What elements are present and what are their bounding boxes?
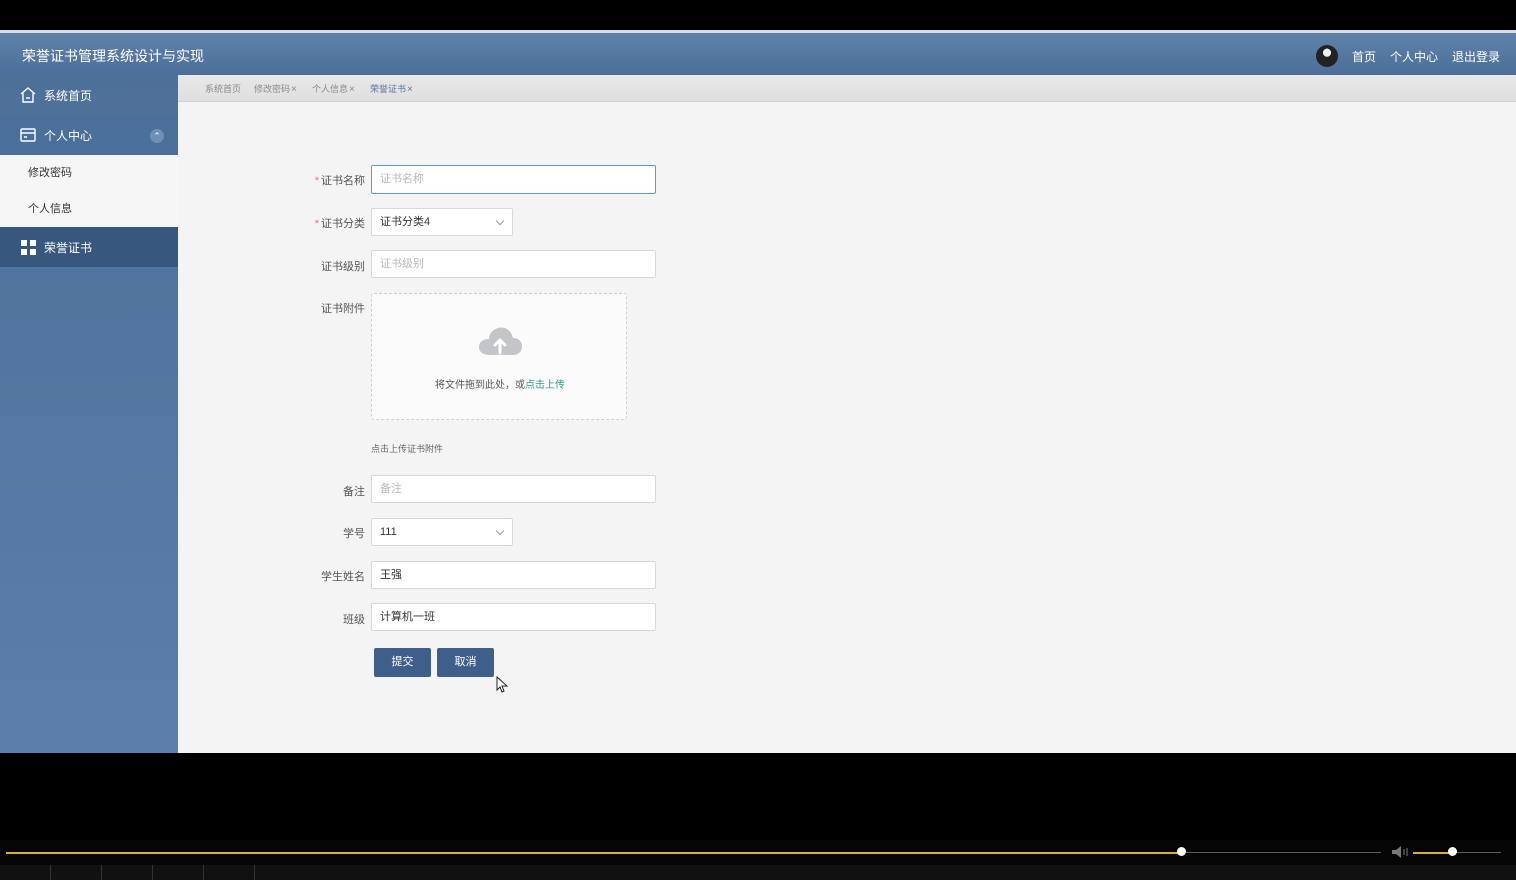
close-icon[interactable]: × — [291, 84, 297, 95]
user-avatar[interactable] — [1315, 45, 1338, 67]
home-icon — [18, 86, 38, 104]
tab-system-home[interactable]: 系统首页 — [205, 82, 241, 95]
upload-drop-text: 将文件拖到此处，或 — [435, 380, 525, 391]
sidebar-item-system-home[interactable]: 系统首页 — [0, 75, 178, 115]
strip-divider — [101, 865, 102, 880]
input-placeholder: 证书级别 — [380, 258, 424, 270]
cancel-button[interactable]: 取消 — [437, 648, 494, 677]
label-text: 证书分类 — [321, 218, 365, 230]
sidebar-item-honor-certificates[interactable]: 荣誉证书 — [0, 227, 178, 267]
strip-divider — [50, 865, 51, 880]
remarks-input[interactable]: 备注 — [371, 475, 656, 503]
logout-link[interactable]: 退出登录 — [1452, 48, 1500, 65]
close-icon[interactable]: × — [407, 84, 413, 95]
certificate-attachment-label: 证书附件 — [321, 303, 365, 315]
select-value: 证书分类4 — [380, 216, 431, 228]
sidebar-item-label: 荣誉证书 — [44, 240, 93, 255]
submit-button[interactable]: 提交 — [374, 648, 431, 677]
app-title: 荣誉证书管理系统设计与实现 — [22, 48, 204, 64]
home-link[interactable]: 首页 — [1352, 48, 1376, 65]
sidebar-item-personal-center[interactable]: 个人中心 ⌃ — [0, 115, 178, 155]
taskbar-strip — [0, 865, 1516, 880]
input-value: 计算机一班 — [380, 611, 435, 623]
select-value: 111 — [380, 526, 397, 538]
certificate-name-input[interactable]: 证书名称 — [371, 165, 656, 194]
tab-label: 修改密码 — [254, 84, 291, 94]
close-icon[interactable]: × — [349, 84, 355, 95]
tab-change-password[interactable]: 修改密码× — [254, 82, 297, 95]
student-name-input[interactable]: 王强 — [371, 561, 656, 589]
certificate-category-select[interactable]: 证书分类4 — [371, 208, 513, 236]
tab-personal-info[interactable]: 个人信息× — [312, 82, 355, 95]
tab-label: 系统首页 — [205, 84, 242, 94]
required-marker: * — [314, 175, 319, 187]
student-id-label: 学号 — [343, 528, 365, 540]
cloud-upload-icon — [479, 327, 522, 355]
strip-divider — [254, 865, 255, 880]
tab-bar: 系统首页 修改密码× 个人信息× 荣誉证书× — [178, 75, 1516, 102]
tab-label: 荣誉证书 — [370, 84, 407, 94]
card-icon — [18, 126, 38, 144]
top-nav-right: 首页 个人中心 退出登录 — [1315, 45, 1500, 67]
remarks-label: 备注 — [343, 486, 365, 498]
class-input[interactable]: 计算机一班 — [371, 603, 656, 631]
input-placeholder: 备注 — [380, 483, 402, 495]
click-upload-link[interactable]: 点击上传 — [525, 380, 565, 391]
input-value: 王强 — [380, 569, 402, 581]
upload-tip: 点击上传证书附件 — [371, 444, 444, 454]
application-window: 荣誉证书管理系统设计与实现 首页 个人中心 退出登录 系统首页 个人中心 ⌃ 修… — [0, 30, 1516, 753]
strip-divider — [152, 865, 153, 880]
chevron-down-icon — [495, 526, 505, 536]
chevron-down-icon — [495, 216, 505, 226]
mouse-cursor-icon — [496, 676, 508, 693]
student-id-select[interactable]: 111 — [371, 518, 513, 546]
student-name-label: 学生姓名 — [321, 571, 365, 583]
volume-handle[interactable] — [1448, 847, 1458, 856]
certificate-level-input[interactable]: 证书级别 — [371, 250, 656, 278]
progress-slider[interactable] — [6, 852, 1381, 854]
tab-label: 个人信息 — [312, 84, 349, 94]
grid-icon — [18, 239, 38, 256]
personal-center-submenu: 修改密码 个人信息 — [0, 155, 178, 227]
certificate-level-label: 证书级别 — [321, 261, 365, 273]
input-placeholder: 证书名称 — [380, 173, 424, 185]
top-navigation-bar: 荣誉证书管理系统设计与实现 首页 个人中心 退出登录 — [0, 33, 1516, 75]
volume-slider[interactable] — [1413, 852, 1501, 854]
certificate-name-label: * 证书名称 — [295, 172, 365, 188]
sidebar-item-label: 个人中心 — [44, 128, 93, 143]
sidebar-item-label: 系统首页 — [44, 88, 93, 103]
personal-center-link[interactable]: 个人中心 — [1390, 48, 1438, 65]
chevron-up-icon[interactable]: ⌃ — [150, 129, 164, 143]
sidebar-item-personal-info[interactable]: 个人信息 — [0, 191, 178, 227]
certificate-category-label: * 证书分类 — [295, 215, 365, 231]
label-text: 证书名称 — [321, 175, 365, 187]
file-upload-dropzone[interactable]: 将文件拖到此处，或点击上传 — [371, 293, 627, 420]
volume-icon[interactable] — [1391, 845, 1409, 859]
progress-handle[interactable] — [1177, 847, 1187, 856]
required-marker: * — [314, 218, 319, 230]
volume-fill — [1413, 852, 1453, 854]
strip-divider — [203, 865, 204, 880]
tab-honor-certificates[interactable]: 荣誉证书× — [370, 82, 413, 95]
sidebar-item-change-password[interactable]: 修改密码 — [0, 155, 178, 191]
upload-instruction: 将文件拖到此处，或点击上传 — [372, 376, 628, 391]
sidebar: 系统首页 个人中心 ⌃ 修改密码 个人信息 荣誉证书 — [0, 75, 178, 753]
progress-fill — [6, 852, 1182, 854]
class-label: 班级 — [343, 614, 365, 626]
